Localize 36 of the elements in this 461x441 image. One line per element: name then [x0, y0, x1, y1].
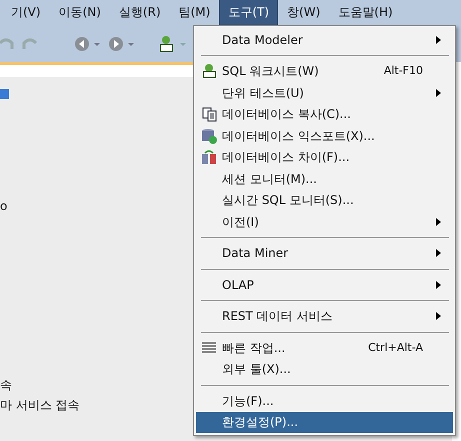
menu-item[interactable]: 실시간 SQL 모니터(S)...: [196, 190, 453, 211]
menu-item[interactable]: 세션 모니터(M)...: [196, 168, 453, 190]
database-sql-icon: [201, 63, 217, 80]
menu-item[interactable]: SQL 워크시트(W) Alt-F10: [196, 60, 453, 82]
menu-item[interactable]: 빠른 작업... Ctrl+Alt-A: [196, 337, 453, 358]
list-icon: [201, 340, 217, 355]
menu-item[interactable]: 데이터베이스 차이(F)...: [196, 146, 453, 168]
menu-item[interactable]: 단위 테스트(U): [196, 82, 453, 104]
menu-title[interactable]: 실행(R): [110, 0, 170, 26]
menu-title[interactable]: 도움말(H): [329, 0, 402, 26]
menu-item[interactable]: OLAP: [196, 274, 453, 296]
compare-tables-icon: [201, 149, 217, 166]
tree-item: o: [0, 199, 8, 213]
menu-item[interactable]: 기능(F)...: [196, 390, 453, 412]
database-sql-icon[interactable]: [158, 34, 188, 52]
menu-item[interactable]: Data Miner: [196, 242, 453, 264]
tree-item: 마 서비스 접속: [0, 397, 80, 414]
folder-icon: [0, 87, 9, 99]
menu-title[interactable]: 팀(M): [170, 0, 220, 26]
shortcut-text: Alt-F10: [384, 64, 423, 78]
tree-item: 속: [0, 377, 12, 394]
back-icon[interactable]: [74, 36, 100, 52]
menu-item[interactable]: 데이터베이스 복사(C)...: [196, 104, 453, 125]
menu-item[interactable]: 외부 툴(X)...: [196, 358, 453, 380]
menu-item[interactable]: 환경설정(P)...: [196, 412, 453, 433]
menu-item[interactable]: REST 데이터 서비스: [196, 306, 453, 327]
menu-item[interactable]: 데이터베이스 익스포트(X)...: [196, 125, 453, 146]
shortcut-text: Ctrl+Alt-A: [368, 340, 423, 355]
forward-icon[interactable]: [108, 36, 134, 52]
menu-title[interactable]: 창(W): [278, 0, 330, 26]
menu-title[interactable]: 도구(T): [219, 0, 278, 26]
documents-icon: [202, 106, 216, 122]
database-export-icon: [201, 128, 217, 144]
menu-item[interactable]: 이전(I): [196, 211, 453, 232]
menu-title[interactable]: 기(V): [2, 0, 50, 26]
menu-title[interactable]: 이동(N): [50, 0, 110, 26]
